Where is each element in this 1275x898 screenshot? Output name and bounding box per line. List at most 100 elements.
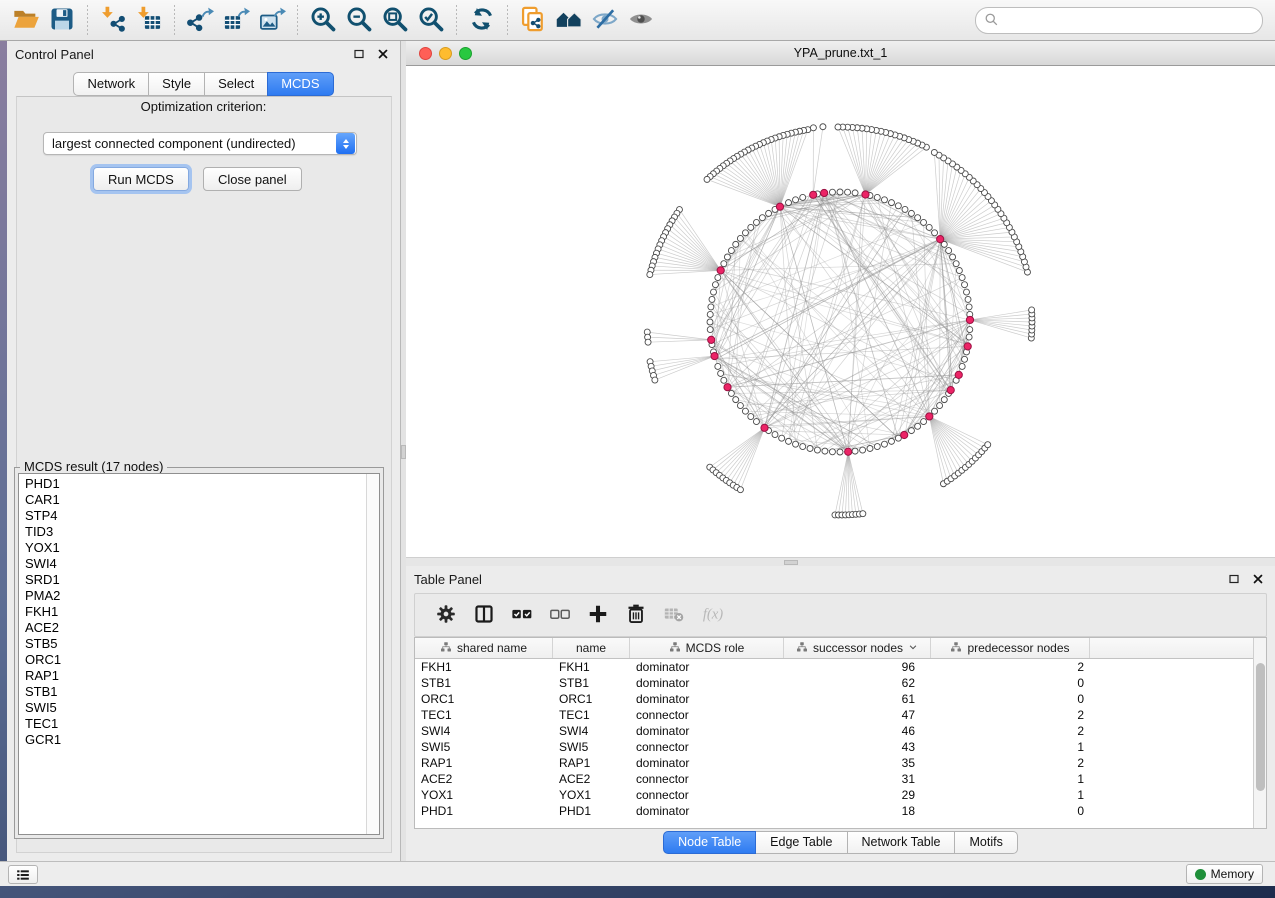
- graph-node[interactable]: [908, 210, 914, 216]
- splitter-handle[interactable]: [784, 560, 798, 565]
- cell-successor-nodes[interactable]: 31: [784, 772, 931, 786]
- graph-node[interactable]: [881, 441, 887, 447]
- graph-node[interactable]: [921, 219, 927, 225]
- run-mcds-button[interactable]: Run MCDS: [93, 167, 189, 191]
- cell-shared-name[interactable]: ORC1: [415, 692, 553, 706]
- cell-name[interactable]: STB1: [553, 676, 630, 690]
- graph-node[interactable]: [966, 334, 972, 340]
- column-header-shared-name[interactable]: shared name: [415, 638, 553, 658]
- result-item[interactable]: STB1: [25, 684, 379, 700]
- column-header-successor-nodes[interactable]: successor nodes: [784, 638, 931, 658]
- cell-successor-nodes[interactable]: 47: [784, 708, 931, 722]
- graph-node[interactable]: [724, 254, 730, 260]
- tab-network-table[interactable]: Network Table: [847, 831, 956, 854]
- tab-edge-table[interactable]: Edge Table: [755, 831, 847, 854]
- graph-node[interactable]: [718, 370, 724, 376]
- graph-node[interactable]: [965, 296, 971, 302]
- result-item[interactable]: YOX1: [25, 540, 379, 556]
- cell-shared-name[interactable]: RAP1: [415, 756, 553, 770]
- result-item[interactable]: RAP1: [25, 668, 379, 684]
- graph-node[interactable]: [881, 197, 887, 203]
- cell-name[interactable]: FKH1: [553, 660, 630, 674]
- cell-shared-name[interactable]: PHD1: [415, 804, 553, 818]
- float-panel-icon[interactable]: [350, 46, 368, 62]
- graph-node[interactable]: [959, 275, 965, 281]
- export-table-button[interactable]: [218, 3, 254, 37]
- graph-node[interactable]: [852, 190, 858, 196]
- graph-node[interactable]: [800, 194, 806, 200]
- graph-node[interactable]: [888, 438, 894, 444]
- graph-node[interactable]: [953, 261, 959, 267]
- graph-node[interactable]: [956, 268, 962, 274]
- table-row[interactable]: YOX1YOX1connector291: [415, 787, 1266, 803]
- mcds-graph-node[interactable]: [901, 431, 908, 438]
- graph-node[interactable]: [829, 189, 835, 195]
- graph-node[interactable]: [728, 248, 734, 254]
- cell-successor-nodes[interactable]: 43: [784, 740, 931, 754]
- graph-node[interactable]: [962, 356, 968, 362]
- show-all-button[interactable]: [623, 3, 659, 37]
- graph-node[interactable]: [652, 377, 658, 383]
- graph-node[interactable]: [908, 428, 914, 434]
- cell-MCDS-role[interactable]: connector: [630, 708, 784, 722]
- graph-node[interactable]: [941, 397, 947, 403]
- import-table-button[interactable]: [131, 3, 167, 37]
- graph-node[interactable]: [962, 282, 968, 288]
- graph-node[interactable]: [967, 327, 973, 333]
- graph-node[interactable]: [704, 176, 710, 182]
- zoom-fit-button[interactable]: [377, 3, 413, 37]
- cell-shared-name[interactable]: SWI5: [415, 740, 553, 754]
- graph-node[interactable]: [810, 125, 816, 131]
- result-item[interactable]: SWI5: [25, 700, 379, 716]
- horizontal-splitter[interactable]: [406, 557, 1275, 566]
- cell-successor-nodes[interactable]: 46: [784, 724, 931, 738]
- cell-predecessor-nodes[interactable]: 2: [931, 756, 1090, 770]
- result-item[interactable]: STP4: [25, 508, 379, 524]
- task-history-button[interactable]: [8, 865, 38, 884]
- graph-node[interactable]: [837, 449, 843, 455]
- graph-node[interactable]: [711, 289, 717, 295]
- cell-MCDS-role[interactable]: dominator: [630, 660, 784, 674]
- table-row[interactable]: SWI5SWI5connector431: [415, 739, 1266, 755]
- cell-name[interactable]: SWI5: [553, 740, 630, 754]
- cell-MCDS-role[interactable]: connector: [630, 772, 784, 786]
- column-header-predecessor-nodes[interactable]: predecessor nodes: [931, 638, 1090, 658]
- graph-node[interactable]: [950, 254, 956, 260]
- criterion-dropdown[interactable]: largest connected component (undirected): [43, 132, 357, 155]
- cell-name[interactable]: ORC1: [553, 692, 630, 706]
- cell-successor-nodes[interactable]: 18: [784, 804, 931, 818]
- cell-shared-name[interactable]: TEC1: [415, 708, 553, 722]
- graph-node[interactable]: [715, 275, 721, 281]
- cell-name[interactable]: YOX1: [553, 788, 630, 802]
- graph-node[interactable]: [860, 511, 866, 517]
- graph-node[interactable]: [753, 219, 759, 225]
- result-item[interactable]: CAR1: [25, 492, 379, 508]
- cell-predecessor-nodes[interactable]: 0: [931, 804, 1090, 818]
- table-row[interactable]: TEC1TEC1connector472: [415, 707, 1266, 723]
- graph-node[interactable]: [888, 200, 894, 206]
- graph-node[interactable]: [867, 445, 873, 451]
- graph-node[interactable]: [707, 327, 713, 333]
- graph-node[interactable]: [712, 282, 718, 288]
- cell-predecessor-nodes[interactable]: 2: [931, 708, 1090, 722]
- graph-node[interactable]: [742, 408, 748, 414]
- hide-selected-button[interactable]: [587, 3, 623, 37]
- mcds-graph-node[interactable]: [955, 371, 962, 378]
- graph-node[interactable]: [766, 210, 772, 216]
- graph-node[interactable]: [737, 235, 743, 241]
- deselect-all-button[interactable]: [543, 598, 577, 632]
- cell-name[interactable]: SWI4: [553, 724, 630, 738]
- graph-node[interactable]: [793, 441, 799, 447]
- graph-node[interactable]: [753, 419, 759, 425]
- graph-node[interactable]: [837, 189, 843, 195]
- window-close-button[interactable]: [419, 47, 432, 60]
- export-network-button[interactable]: [182, 3, 218, 37]
- cell-successor-nodes[interactable]: 35: [784, 756, 931, 770]
- result-item[interactable]: ACE2: [25, 620, 379, 636]
- table-row[interactable]: ORC1ORC1dominator610: [415, 691, 1266, 707]
- graph-node[interactable]: [786, 200, 792, 206]
- cell-MCDS-role[interactable]: dominator: [630, 692, 784, 706]
- network-window-titlebar[interactable]: YPA_prune.txt_1: [406, 41, 1275, 66]
- mcds-graph-node[interactable]: [717, 267, 724, 274]
- graph-node[interactable]: [807, 445, 813, 451]
